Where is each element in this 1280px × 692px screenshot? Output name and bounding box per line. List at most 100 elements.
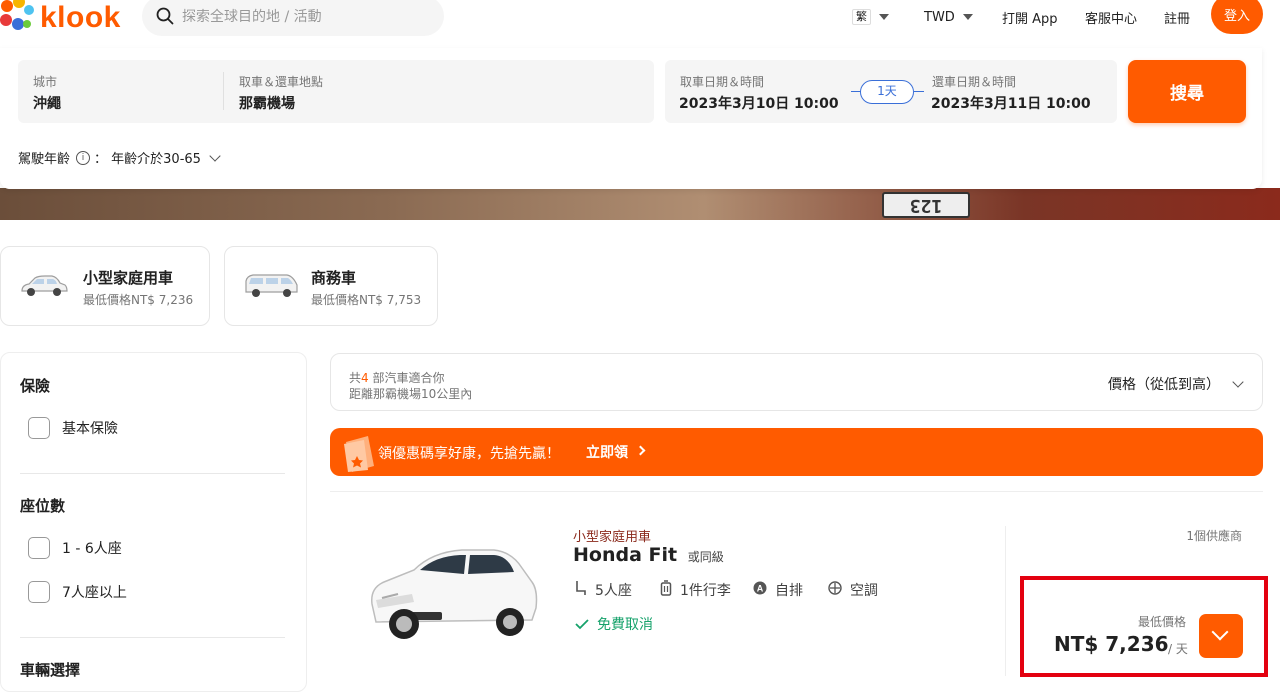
currency-label: TWD (924, 9, 955, 25)
return-datetime-field[interactable]: 還車日期＆時間 2023年3月11日 10:00 (917, 60, 1117, 123)
car-image (371, 549, 538, 639)
card-divider (1005, 526, 1006, 676)
login-button[interactable]: 登入 (1211, 0, 1263, 34)
car-name: Honda Fit 或同級 (573, 544, 724, 566)
transmission-value: 自排 (775, 583, 803, 599)
ac-spec: 空調 (828, 580, 878, 600)
hero-banner-image (0, 188, 1280, 220)
seat-option-1-6[interactable]: 1 - 6人座 (28, 537, 122, 559)
info-icon[interactable]: i (76, 150, 91, 165)
compact-car-icon (21, 275, 68, 296)
promo-text: 領優惠碼享好康，先搶先贏！ (378, 446, 560, 462)
filter-sidebar: 保險 基本保險 座位數 1 - 6人座 7人座以上 車輛選擇 (0, 352, 307, 692)
chevron-down-icon (209, 149, 221, 162)
automatic-transmission-icon: A (753, 581, 767, 599)
luggage-value: 1件行李 (680, 583, 731, 599)
category-card-compact[interactable]: 小型家庭用車 最低價格NT$ 7,236 (0, 246, 210, 326)
pickup-location-field[interactable]: 取車＆還車地點 那霸機場 (224, 60, 654, 123)
seats-spec: 5人座 (575, 580, 632, 600)
coupon-icon (344, 436, 374, 472)
pickup-date-value: 2023年3月10日 10:00 (679, 96, 839, 112)
sort-label: 價格（從低到高） (1108, 377, 1220, 393)
license-plate: 123 (882, 192, 970, 218)
promo-cta[interactable]: 立即領 (586, 442, 628, 462)
city-label: 城市 (33, 75, 58, 89)
city-value: 沖繩 (33, 96, 61, 112)
seat-icon (575, 580, 587, 600)
results-count: 共4 部汽車適合你 (349, 369, 444, 386)
chevron-down-icon (879, 14, 889, 20)
filter-divider (20, 637, 285, 638)
language-label: 繁 (852, 9, 871, 25)
free-cancel-label: 免費取消 (597, 617, 653, 633)
category-title: 小型家庭用車 (83, 269, 174, 287)
pickup-datetime-field[interactable]: 取車日期＆時間 2023年3月10日 10:00 (665, 60, 855, 123)
search-placeholder: 探索全球目的地 / 活動 (182, 9, 322, 25)
register-link[interactable]: 註冊 (1164, 0, 1190, 34)
chevron-right-icon (635, 445, 646, 456)
city-field[interactable]: 城市 沖繩 (18, 60, 223, 123)
checkbox[interactable] (28, 581, 50, 603)
category-card-van[interactable]: 商務車 最低價格NT$ 7,753 (224, 246, 438, 326)
highlight-annotation-box (1020, 576, 1268, 677)
free-cancellation: 免費取消 (575, 614, 653, 634)
seats-heading: 座位數 (20, 497, 66, 515)
luggage-icon (660, 580, 672, 600)
filter-divider (20, 473, 285, 474)
language-selector[interactable]: 繁 (852, 0, 889, 34)
category-min-price: 最低價格NT$ 7,236 (83, 293, 194, 307)
sort-dropdown[interactable]: 價格（從低到高） (1108, 374, 1244, 394)
checkbox[interactable] (28, 417, 50, 439)
car-model: Honda Fit (573, 544, 678, 566)
svg-text:A: A (757, 584, 764, 594)
rental-duration-badge: 1天 (860, 80, 914, 104)
transmission-spec: A 自排 (753, 580, 803, 600)
car-model-suffix: 或同級 (687, 550, 724, 564)
location-field-group: 城市 沖繩 取車＆還車地點 那霸機場 (18, 60, 654, 123)
global-search-input[interactable]: 探索全球目的地 / 活動 (142, 0, 444, 36)
seats-value: 5人座 (595, 583, 632, 599)
chevron-down-icon (962, 14, 973, 20)
search-icon (156, 7, 174, 25)
chevron-down-icon (1232, 376, 1244, 388)
currency-selector[interactable]: TWD (924, 0, 973, 34)
count-number: 4 (361, 371, 369, 385)
driver-age-label: 駕駛年齡 (18, 152, 71, 167)
ac-value: 空調 (850, 583, 878, 599)
klook-logo[interactable]: klook (0, 0, 121, 36)
return-date-label: 還車日期＆時間 (932, 75, 1017, 89)
checkbox[interactable] (28, 537, 50, 559)
option-label: 7人座以上 (62, 585, 127, 601)
duration-connector (914, 91, 924, 92)
customer-service-link[interactable]: 客服中心 (1085, 0, 1137, 34)
insurance-heading: 保險 (20, 377, 51, 395)
car-rental-search-panel: 城市 沖繩 取車＆還車地點 那霸機場 取車日期＆時間 2023年3月10日 10… (0, 48, 1262, 189)
luggage-spec: 1件行李 (660, 580, 731, 600)
location-label: 取車＆還車地點 (239, 75, 324, 89)
pickup-date-label: 取車日期＆時間 (680, 75, 765, 89)
search-button[interactable]: 搜尋 (1128, 60, 1246, 123)
klook-logo-icon (0, 0, 34, 30)
vehicle-heading: 車輛選擇 (20, 661, 81, 679)
air-conditioning-icon (828, 581, 842, 599)
promo-banner[interactable]: 領優惠碼享好康，先搶先贏！ 立即領 (330, 428, 1263, 476)
option-label: 基本保險 (62, 421, 118, 437)
count-suffix: 部汽車適合你 (368, 371, 445, 385)
open-app-link[interactable]: 打開 App (1002, 0, 1058, 34)
top-navigation-bar: klook 探索全球目的地 / 活動 繁 TWD 打開 App 客服中心 註冊 … (0, 0, 1280, 48)
return-date-value: 2023年3月11日 10:00 (931, 96, 1091, 112)
distance-text: 距離那霸機場10公里內 (349, 387, 473, 401)
supplier-count: 1個供應商 (1186, 529, 1242, 543)
seat-option-7plus[interactable]: 7人座以上 (28, 581, 127, 603)
check-icon (575, 619, 589, 630)
driver-age-selector[interactable]: 駕駛年齡 i ： 年齡介於30-65 (18, 148, 221, 167)
driver-age-value: ： 年齡介於30-65 (94, 152, 201, 167)
category-min-price: 最低價格NT$ 7,753 (311, 293, 422, 307)
insurance-option-basic[interactable]: 基本保險 (28, 417, 118, 439)
category-title: 商務車 (311, 269, 357, 287)
results-sort-bar: 共4 部汽車適合你 距離那霸機場10公里內 價格（從低到高） (330, 353, 1263, 411)
location-value: 那霸機場 (239, 96, 295, 112)
van-icon (245, 274, 298, 297)
logo-text: klook (40, 1, 121, 34)
car-category: 小型家庭用車 (573, 530, 652, 545)
